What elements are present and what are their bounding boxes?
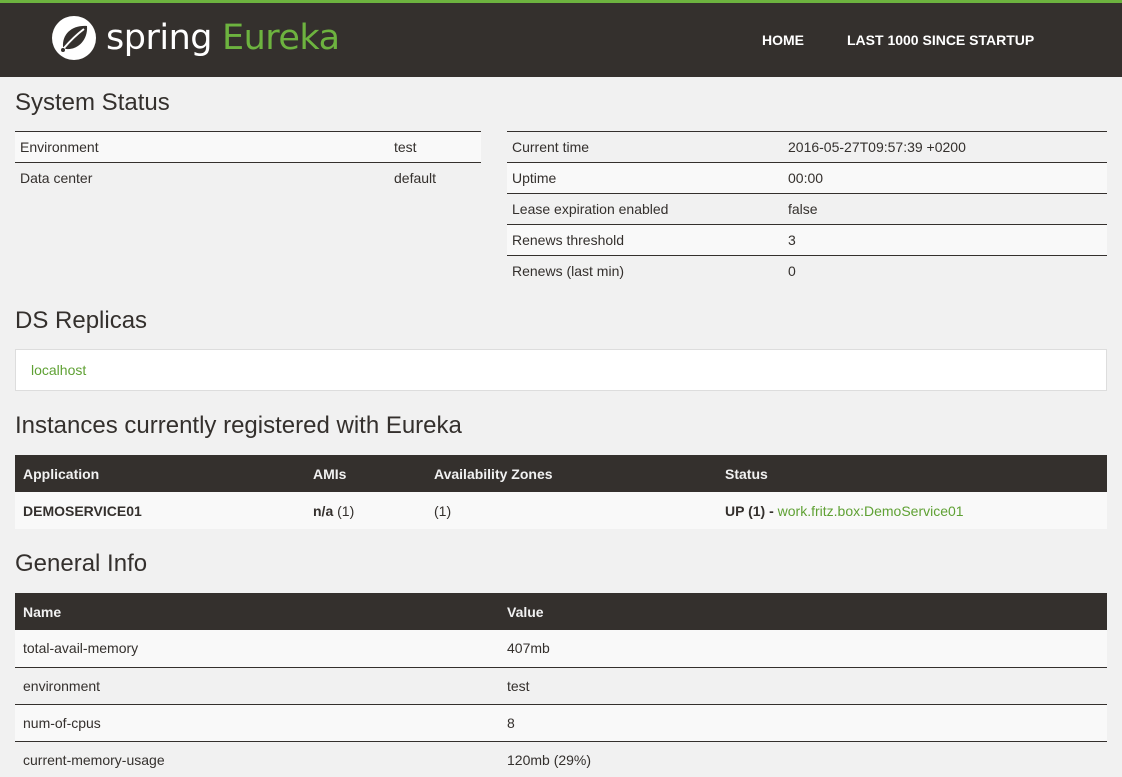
instances-table: Application AMIs Availability Zones Stat… [15, 455, 1107, 529]
column-header-status: Status [717, 455, 1107, 492]
ds-replicas-list: localhost [15, 349, 1107, 391]
info-name: current-memory-usage [15, 740, 499, 777]
table-row: total-avail-memory 407mb [15, 630, 1107, 667]
status-label: Lease expiration enabled [507, 193, 783, 225]
table-row: Environment test [15, 131, 481, 163]
table-row: current-memory-usage 120mb (29%) [15, 740, 1107, 777]
status-value: 00:00 [783, 162, 1107, 194]
instance-zones: (1) [426, 492, 717, 529]
navbar: spring Eureka HOME LAST 1000 SINCE START… [0, 0, 1122, 77]
status-label: Renews (last min) [507, 255, 783, 287]
status-label: Uptime [507, 162, 783, 194]
info-value: 8 [499, 703, 1107, 741]
instance-status-text: UP (1) - [725, 502, 778, 519]
info-name: num-of-cpus [15, 703, 499, 741]
info-name: environment [15, 666, 499, 704]
table-row: Renews threshold 3 [507, 224, 1107, 256]
brand-logo[interactable]: spring Eureka [50, 13, 340, 63]
status-value: false [783, 193, 1107, 225]
column-header-availability-zones: Availability Zones [426, 455, 717, 492]
info-value: 407mb [499, 630, 1107, 667]
system-status-right-table: Current time 2016-05-27T09:57:39 +0200 U… [507, 131, 1107, 287]
replica-link-localhost[interactable]: localhost [31, 362, 86, 378]
table-row: Uptime 00:00 [507, 162, 1107, 194]
status-label: Renews threshold [507, 224, 783, 256]
instance-application: DEMOSERVICE01 [15, 492, 305, 529]
table-row: DEMOSERVICE01 n/a (1) (1) UP (1) - work.… [15, 492, 1107, 529]
status-label: Data center [15, 162, 389, 194]
status-label: Current time [507, 131, 783, 163]
instances-title: Instances currently registered with Eure… [15, 412, 462, 439]
table-row: Lease expiration enabled false [507, 193, 1107, 225]
column-header-value: Value [499, 593, 1107, 630]
system-status-left-table: Environment test Data center default [15, 131, 481, 194]
info-value: test [499, 666, 1107, 704]
table-row: Data center default [15, 162, 481, 194]
instance-status: UP (1) - work.fritz.box:DemoService01 [717, 492, 1107, 529]
table-header-row: Name Value [15, 593, 1107, 630]
general-info-title: General Info [15, 550, 148, 577]
status-value: 2016-05-27T09:57:39 +0200 [783, 131, 1107, 163]
ds-replicas-title: DS Replicas [15, 307, 148, 334]
info-name: total-avail-memory [15, 630, 499, 667]
status-label: Environment [15, 131, 389, 163]
instance-amis-value: n/a [313, 502, 334, 519]
instance-amis: n/a (1) [305, 492, 426, 529]
table-row: environment test [15, 666, 1107, 704]
status-value: test [389, 131, 481, 163]
brand-eureka-text: Eureka [221, 18, 340, 58]
status-value: 0 [783, 255, 1107, 287]
column-header-amis: AMIs [305, 455, 426, 492]
status-value: default [389, 162, 481, 194]
column-header-name: Name [15, 593, 499, 630]
general-info-table: Name Value total-avail-memory 407mb envi… [15, 593, 1107, 777]
column-header-application: Application [15, 455, 305, 492]
spring-leaf-icon [52, 16, 96, 60]
system-status-title: System Status [15, 89, 170, 116]
table-row: Renews (last min) 0 [507, 255, 1107, 287]
nav-home-link[interactable]: HOME [762, 32, 804, 48]
info-value: 120mb (29%) [499, 740, 1107, 777]
table-row: num-of-cpus 8 [15, 703, 1107, 741]
nav-last-1000-link[interactable]: LAST 1000 SINCE STARTUP [847, 32, 1034, 48]
brand-spring-text: spring [106, 18, 212, 58]
status-value: 3 [783, 224, 1107, 256]
instance-amis-count: (1) [333, 502, 355, 519]
table-row: Current time 2016-05-27T09:57:39 +0200 [507, 131, 1107, 163]
table-header-row: Application AMIs Availability Zones Stat… [15, 455, 1107, 492]
instance-link[interactable]: work.fritz.box:DemoService01 [778, 503, 964, 519]
